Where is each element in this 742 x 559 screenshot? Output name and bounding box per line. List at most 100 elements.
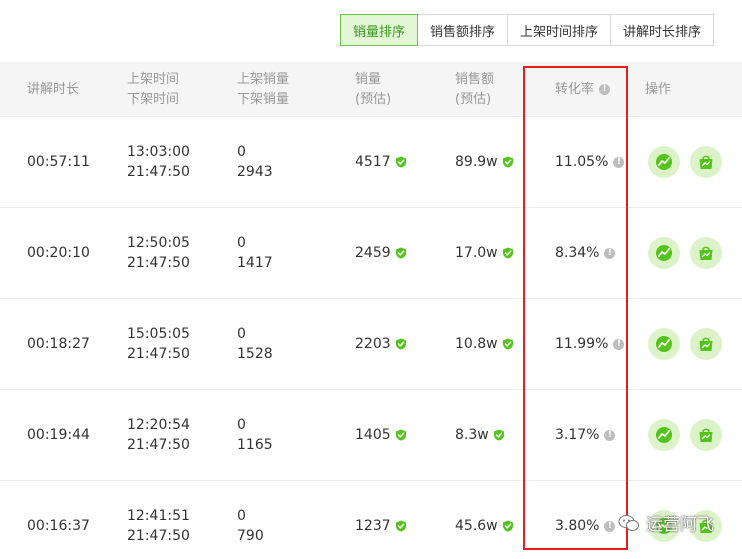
green-check-shield-icon [493,429,504,441]
info-icon[interactable]: ! [599,84,611,95]
shopping-bag-icon [699,428,713,442]
header-listed-time-label: 上架时间 [127,71,180,87]
listed-sales-value: 0 [237,235,246,251]
table-header: 讲解时长 上架时间 下架时间 上架销量 下架销量 销量 (预估) 销售额 (预估… [0,62,742,117]
green-check-shield-icon [395,520,406,532]
green-check-shield-icon [395,156,406,168]
duration-cell: 00:18:27 [27,299,90,389]
duration-cell: 00:16:37 [27,481,90,559]
product-bag-button[interactable] [690,419,722,451]
duration-cell: 00:57:11 [27,117,90,207]
header-revenue-estimate-label: (预估) [455,91,492,107]
delisted-sales-value: 1528 [237,346,273,362]
duration-value: 00:20:10 [27,245,90,261]
green-check-shield-icon [502,247,513,259]
green-check-shield-icon [395,338,406,350]
green-check-shield-icon [502,338,513,350]
duration-value: 00:57:11 [27,154,90,170]
green-check-shield-icon [502,520,513,532]
sort-tab-bar: 销量排序 销售额排序 上架时间排序 讲解时长排序 [340,14,715,46]
revenue-cell: 10.8w [455,299,514,389]
product-bag-button[interactable] [690,146,722,178]
sales-cell: 4517 [355,117,407,207]
listed-sales-value: 0 [237,417,246,433]
sales-value: 1405 [355,427,391,443]
tab-sort-by-sales[interactable]: 销量排序 [340,14,419,46]
header-delisted-sales-label: 下架销量 [237,91,290,107]
info-icon[interactable]: ! [604,429,616,441]
delisted-sales-value: 2943 [237,164,273,180]
time-cell: 12:50:05 21:47:50 [127,208,190,298]
info-icon[interactable]: ! [604,520,616,532]
trend-button[interactable] [648,237,680,269]
listed-sales-value: 0 [237,326,246,342]
sales-value: 2459 [355,245,391,261]
header-sales-label: 销量 [355,71,382,87]
trend-chart-icon [656,154,672,170]
info-icon[interactable]: ! [613,338,625,350]
revenue-cell: 17.0w [455,208,514,298]
delisted-time-value: 21:47:50 [127,255,190,271]
time-cell: 12:20:54 21:47:50 [127,390,190,480]
sales-cell: 1405 [355,390,407,480]
table-row: 00:18:27 15:05:05 21:47:50 0 1528 2203 1… [0,299,742,390]
sales-cell: 2459 [355,208,407,298]
delisted-time-value: 21:47:50 [127,528,190,544]
listed-time-value: 12:20:54 [127,417,190,433]
tab-sort-by-duration[interactable]: 讲解时长排序 [610,14,715,46]
sales-cell: 2203 [355,299,407,389]
listing-sales-cell: 0 1528 [237,299,273,389]
duration-value: 00:18:27 [27,336,90,352]
revenue-value: 8.3w [455,427,489,443]
delisted-time-value: 21:47:50 [127,164,190,180]
time-cell: 13:03:00 21:47:50 [127,117,190,207]
conversion-value: 3.80% [555,518,600,534]
watermark: 运营阿飞 [618,510,714,535]
time-cell: 12:41:51 21:47:50 [127,481,190,559]
info-icon[interactable]: ! [604,247,616,259]
listed-time-value: 12:41:51 [127,508,190,524]
conversion-value: 3.17% [555,427,600,443]
trend-button[interactable] [648,328,680,360]
shopping-bag-icon [699,246,713,260]
header-actions-label: 操作 [645,81,672,97]
listed-time-value: 12:50:05 [127,235,190,251]
header-actions: 操作 [645,62,671,117]
product-bag-button[interactable] [690,237,722,269]
delisted-sales-value: 1165 [237,437,273,453]
trend-chart-icon [656,245,672,261]
header-revenue: 销售额 (预估) [455,62,494,117]
listed-time-value: 13:03:00 [127,144,190,160]
conversion-cell: 8.34% ! [555,208,616,298]
trend-button[interactable] [648,419,680,451]
listed-sales-value: 0 [237,508,246,524]
header-duration-label: 讲解时长 [27,81,80,97]
header-listed-sales-label: 上架销量 [237,71,290,87]
watermark-text: 运营阿飞 [646,515,714,535]
header-revenue-label: 销售额 [455,71,495,87]
revenue-cell: 45.6w [455,481,514,559]
listing-sales-cell: 0 1417 [237,208,273,298]
trend-chart-icon [656,427,672,443]
shopping-bag-icon [699,155,713,169]
delisted-time-value: 21:47:50 [127,437,190,453]
listing-sales-cell: 0 2943 [237,117,273,207]
trend-button[interactable] [648,146,680,178]
listed-sales-value: 0 [237,144,246,160]
delisted-time-value: 21:47:50 [127,346,190,362]
delisted-sales-value: 1417 [237,255,273,271]
duration-value: 00:16:37 [27,518,90,534]
wechat-icon [618,514,639,531]
tab-sort-by-revenue[interactable]: 销售额排序 [417,14,509,46]
tab-sort-by-listed-time[interactable]: 上架时间排序 [507,14,612,46]
revenue-value: 89.9w [455,154,498,170]
product-bag-button[interactable] [690,328,722,360]
conversion-cell: 3.17% ! [555,390,616,480]
info-icon[interactable]: ! [613,156,625,168]
header-duration: 讲解时长 [27,62,79,117]
header-listed-delisted-sales: 上架销量 下架销量 [237,62,289,117]
revenue-value: 17.0w [455,245,498,261]
table-row: 00:19:44 12:20:54 21:47:50 0 1165 1405 8… [0,390,742,481]
header-conversion-label: 转化率 [555,81,595,97]
header-listed-delisted-time: 上架时间 下架时间 [127,62,179,117]
